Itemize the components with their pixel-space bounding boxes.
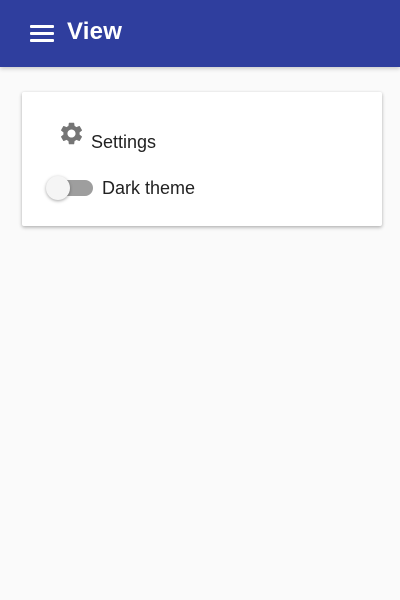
settings-label: Settings bbox=[91, 132, 157, 152]
hamburger-menu-icon[interactable] bbox=[30, 24, 54, 42]
dark-theme-label: Dark theme bbox=[102, 178, 196, 198]
app-bar: View bbox=[0, 0, 400, 67]
settings-card: Settings Dark theme bbox=[22, 92, 382, 226]
app-root: View Settings Dark theme bbox=[0, 0, 400, 600]
menu-line bbox=[30, 25, 54, 28]
menu-line bbox=[30, 39, 54, 42]
dark-theme-switch[interactable] bbox=[46, 174, 94, 202]
menu-line bbox=[30, 32, 54, 35]
switch-thumb[interactable] bbox=[46, 176, 70, 200]
app-title: View bbox=[67, 18, 123, 45]
gear-icon bbox=[60, 122, 83, 145]
